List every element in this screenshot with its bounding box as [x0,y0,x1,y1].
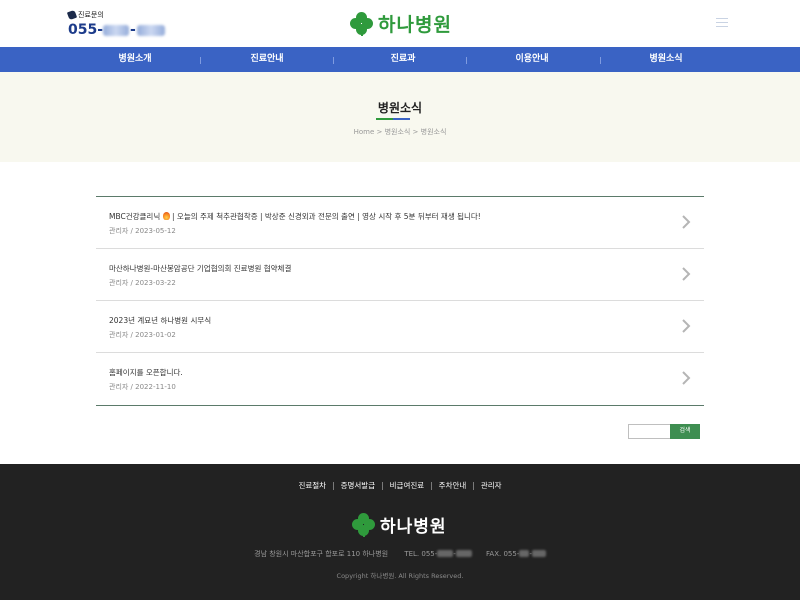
footer-separator: | [381,481,384,490]
post-meta: 관리자 / 2022-11-10 [109,382,176,392]
nav-separator [200,57,201,64]
page-banner: 병원소식 Home > 병원소식 > 병원소식 [0,72,800,162]
phone-icon [66,9,78,21]
nav-item-departments[interactable]: 진료과 [343,47,463,72]
chevron-right-icon[interactable] [680,267,692,281]
hamburger-icon[interactable] [716,18,728,28]
page-title: 병원소식 [377,101,423,115]
address-text: 경남 창원시 마산합포구 합포로 110 하나병원 [254,550,389,558]
post-author: 관리자 [109,331,129,339]
footer-link-certificate[interactable]: 증명서발급 [341,481,376,490]
post-author: 관리자 [109,279,129,287]
footer-link-admin[interactable]: 관리자 [481,481,502,490]
footer-link-parking[interactable]: 주차안내 [439,481,467,490]
contact-number[interactable]: 055- - [68,22,165,38]
post-title[interactable]: 마산하나병원-마산봉암공단 기업협의회 진료병원 협약체결 [109,263,291,274]
footer-separator: | [472,481,475,490]
post-meta: 관리자 / 2023-01-02 [109,330,176,340]
nav-item-guide[interactable]: 진료안내 [207,47,327,72]
nav-item-news[interactable]: 병원소식 [606,47,726,72]
site-logo[interactable]: 하나병원 [350,10,452,37]
footer-address: 경남 창원시 마산합포구 합포로 110 하나병원 TEL. 055- - FAX… [0,549,800,559]
logo-text: 하나병원 [378,14,452,36]
footer-links: 진료절차 | 증명서발급 | 비급여진료 | 주차안내 | 관리자 [0,480,800,491]
copyright: Copyright 하나병원. All Rights Reserved. [336,572,464,580]
list-item[interactable]: 2023년 계묘년 하나병원 시무식 관리자 / 2023-01-02 [96,301,704,353]
clover-logo-icon [352,512,376,537]
footer-separator: | [430,481,433,490]
chevron-right-icon[interactable] [680,215,692,229]
breadcrumb: Home > 병원소식 > 병원소식 [353,128,447,136]
post-title-text: MBC건강클리닉 [109,212,161,221]
redacted-number [455,550,472,557]
search-input[interactable] [628,424,671,439]
redacted-number [531,550,546,557]
clover-logo-icon [350,11,374,36]
contact-dash: - [130,22,136,38]
contact-info: 진료문의 055- - [66,9,165,38]
tel-label: TEL. 055- [404,550,438,558]
post-meta: 관리자 / 2023-03-22 [109,278,176,288]
redacted-number [103,24,130,36]
title-underline-green [376,118,393,120]
post-date: 2023-05-12 [135,227,176,235]
post-title[interactable]: MBC건강클리닉 | 오늘의 주제 척추관협착증 | 박상준 신경외과 전문의 … [109,211,481,222]
post-date: 2023-03-22 [135,279,176,287]
contact-prefix: 055- [68,22,104,38]
post-title[interactable]: 홈페이지를 오픈합니다. [109,367,183,378]
nav-item-info[interactable]: 이용안내 [472,47,592,72]
nav-separator [600,57,601,64]
chevron-right-icon[interactable] [680,319,692,333]
post-date: 2022-11-10 [135,383,176,391]
post-list: MBC건강클리닉 | 오늘의 주제 척추관협착증 | 박상준 신경외과 전문의 … [96,196,704,406]
search-button[interactable]: 검색 [670,424,700,439]
fire-icon [162,212,170,220]
redacted-number [519,550,530,557]
contact-label: 진료문의 [78,11,104,19]
post-date: 2023-01-02 [135,331,176,339]
footer-separator: | [332,481,335,490]
post-author: 관리자 [109,227,129,235]
redacted-number [437,550,454,557]
fax-label: FAX. 055- [486,550,520,558]
footer-logo: 하나병원 [352,512,447,537]
footer-link-procedure[interactable]: 진료절차 [298,481,326,490]
list-item[interactable]: 마산하나병원-마산봉암공단 기업협의회 진료병원 협약체결 관리자 / 2023… [96,249,704,301]
post-title[interactable]: 2023년 계묘년 하나병원 시무식 [109,315,211,326]
nav-item-about[interactable]: 병원소개 [75,47,195,72]
post-author: 관리자 [109,383,129,391]
chevron-right-icon[interactable] [680,371,692,385]
site-footer: 진료절차 | 증명서발급 | 비급여진료 | 주차안내 | 관리자 하나병원 경남 창원시 마산… [0,464,800,600]
nav-separator [466,57,467,64]
nav-separator [333,57,334,64]
post-title-text: | 오늘의 주제 척추관협착증 | 박상준 신경외과 전문의 출연 | 영상 시… [172,212,481,221]
title-underline-blue [393,118,410,120]
list-item[interactable]: 홈페이지를 오픈합니다. 관리자 / 2022-11-10 [96,353,704,405]
post-meta: 관리자 / 2023-05-12 [109,226,176,236]
list-item[interactable]: MBC건강클리닉 | 오늘의 주제 척추관협착증 | 박상준 신경외과 전문의 … [96,197,704,249]
footer-logo-text: 하나병원 [380,517,447,537]
footer-link-noncovered[interactable]: 비급여진료 [390,481,425,490]
main-nav: 병원소개 진료안내 진료과 이용안내 병원소식 [0,47,800,72]
site-header: 진료문의 055- - 하나병원 [0,0,800,47]
contact-label-row: 진료문의 [66,9,165,21]
redacted-number [136,24,165,36]
